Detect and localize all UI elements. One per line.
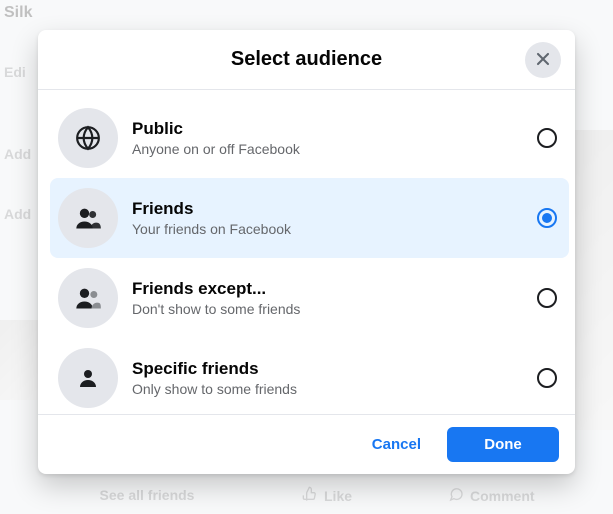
option-title: Public [132, 119, 523, 139]
options-list[interactable]: Public Anyone on or off Facebook Friends… [38, 90, 575, 414]
done-button[interactable]: Done [447, 427, 559, 462]
select-audience-modal: Select audience Public Anyone on or off … [38, 30, 575, 474]
option-desc: Anyone on or off Facebook [132, 141, 523, 157]
option-text: Friends except... Don't show to some fri… [132, 279, 523, 317]
option-public[interactable]: Public Anyone on or off Facebook [50, 98, 569, 178]
modal-title: Select audience [231, 48, 382, 71]
friends-icon [58, 188, 118, 248]
option-text: Friends Your friends on Facebook [132, 199, 523, 237]
radio-public[interactable] [537, 128, 557, 148]
close-icon [533, 49, 553, 72]
option-title: Specific friends [132, 359, 523, 379]
person-icon [58, 348, 118, 408]
friends-except-icon [58, 268, 118, 328]
option-friends-except[interactable]: Friends except... Don't show to some fri… [50, 258, 569, 338]
option-desc: Your friends on Facebook [132, 221, 523, 237]
cancel-button[interactable]: Cancel [354, 427, 439, 462]
option-desc: Only show to some friends [132, 381, 523, 397]
option-title: Friends except... [132, 279, 523, 299]
option-friends[interactable]: Friends Your friends on Facebook [50, 178, 569, 258]
modal-header: Select audience [38, 30, 575, 90]
option-text: Specific friends Only show to some frien… [132, 359, 523, 397]
option-title: Friends [132, 199, 523, 219]
option-specific-friends[interactable]: Specific friends Only show to some frien… [50, 338, 569, 414]
globe-icon [58, 108, 118, 168]
option-desc: Don't show to some friends [132, 301, 523, 317]
close-button[interactable] [525, 42, 561, 78]
radio-friends[interactable] [537, 208, 557, 228]
option-text: Public Anyone on or off Facebook [132, 119, 523, 157]
modal-footer: Cancel Done [38, 414, 575, 474]
radio-specific[interactable] [537, 368, 557, 388]
radio-friends-except[interactable] [537, 288, 557, 308]
